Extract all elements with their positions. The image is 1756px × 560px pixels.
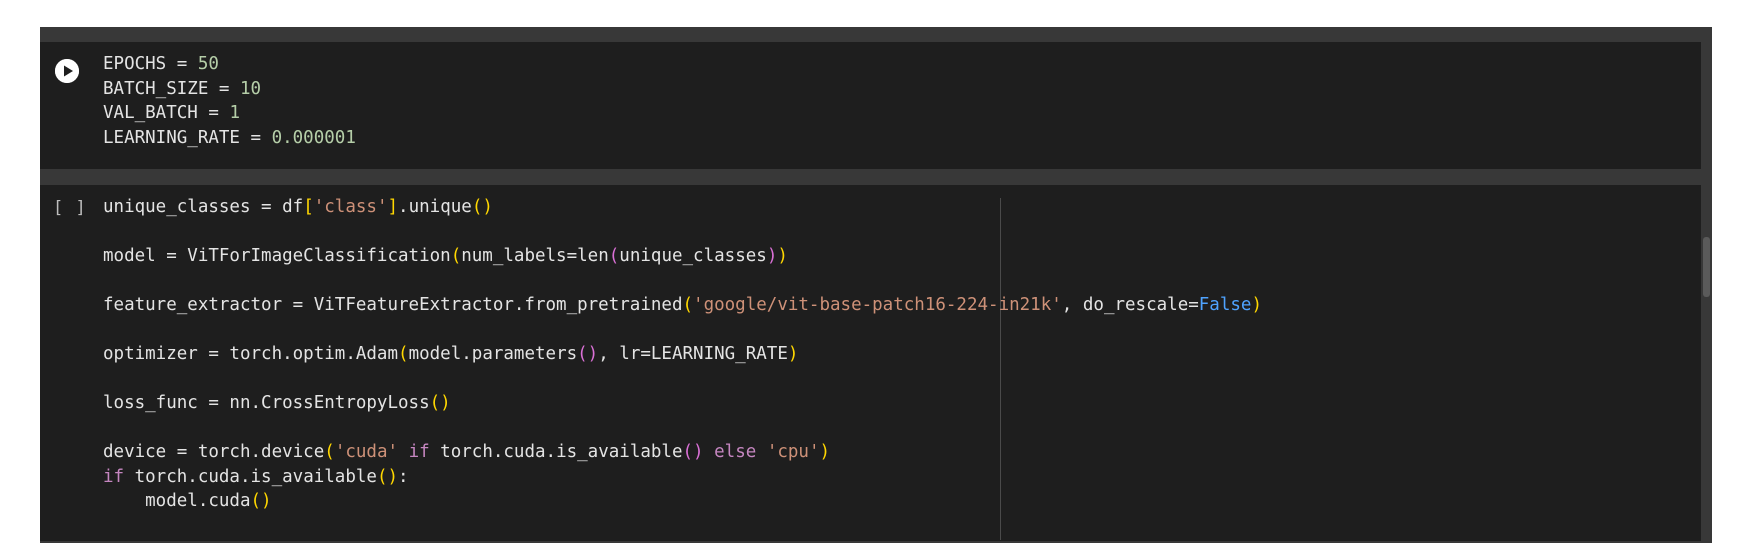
code-editor[interactable]: EPOCHS = 50 BATCH_SIZE = 10 VAL_BATCH = 1L… — [103, 52, 356, 150]
number-literal: 0.000001 — [271, 127, 356, 148]
play-circle-icon — [55, 59, 79, 83]
code-line: unique_classes = df['class'].unique() — [103, 197, 493, 217]
code-cell-model-setup[interactable]: [ ] unique_classes = df['class'].unique(… — [40, 185, 1701, 541]
run-cell-button[interactable] — [55, 59, 79, 83]
boolean-literal: False — [1198, 295, 1252, 315]
code-editor[interactable]: unique_classes = df['class'].unique() mod… — [103, 195, 1262, 514]
code-line: device = torch.device('cuda' if torch.cu… — [103, 442, 831, 462]
code-line: optimizer = torch.optim.Adam(model.param… — [103, 344, 799, 364]
number-literal: 1 — [229, 103, 240, 123]
code-line: BATCH_SIZE = 10 — [103, 77, 356, 102]
keyword: if — [103, 466, 125, 487]
code-line: if torch.cuda.is_available(): — [103, 466, 409, 487]
code-text: LEARNING_RATE = — [103, 127, 272, 148]
code-line: model = ViTForImageClassification(num_la… — [103, 246, 788, 266]
code-line: EPOCHS = 50 — [103, 52, 356, 77]
number-literal: 10 — [239, 78, 262, 99]
string-literal: 'cuda' — [334, 442, 399, 462]
code-line: loss_func = nn.CrossEntropyLoss() — [103, 393, 451, 413]
code-line: VAL_BATCH = 1 — [103, 101, 356, 126]
string-literal: 'google/vit-base-patch16-224-in21k' — [693, 295, 1062, 315]
code-cell-hyperparameters[interactable]: EPOCHS = 50 BATCH_SIZE = 10 VAL_BATCH = 1L… — [40, 42, 1701, 169]
keyword: if — [398, 442, 430, 462]
code-line: model.cuda() — [103, 491, 272, 511]
notebook: EPOCHS = 50 BATCH_SIZE = 10 VAL_BATCH = 1L… — [40, 27, 1712, 543]
string-literal: 'class' — [313, 197, 388, 217]
keyword: else — [703, 442, 757, 462]
code-text: EPOCHS = — [103, 54, 198, 74]
code-text: BATCH_SIZE = — [103, 78, 240, 99]
vertical-scrollbar-thumb[interactable] — [1703, 237, 1710, 297]
code-text: VAL_BATCH = — [103, 103, 230, 123]
string-literal: 'cpu' — [756, 442, 820, 462]
number-literal: 50 — [197, 54, 219, 74]
execution-count[interactable]: [ ] — [53, 198, 87, 218]
code-line: feature_extractor = ViTFeatureExtractor.… — [103, 295, 1262, 315]
code-line: LEARNING_RATE = 0.000001 — [103, 126, 356, 151]
